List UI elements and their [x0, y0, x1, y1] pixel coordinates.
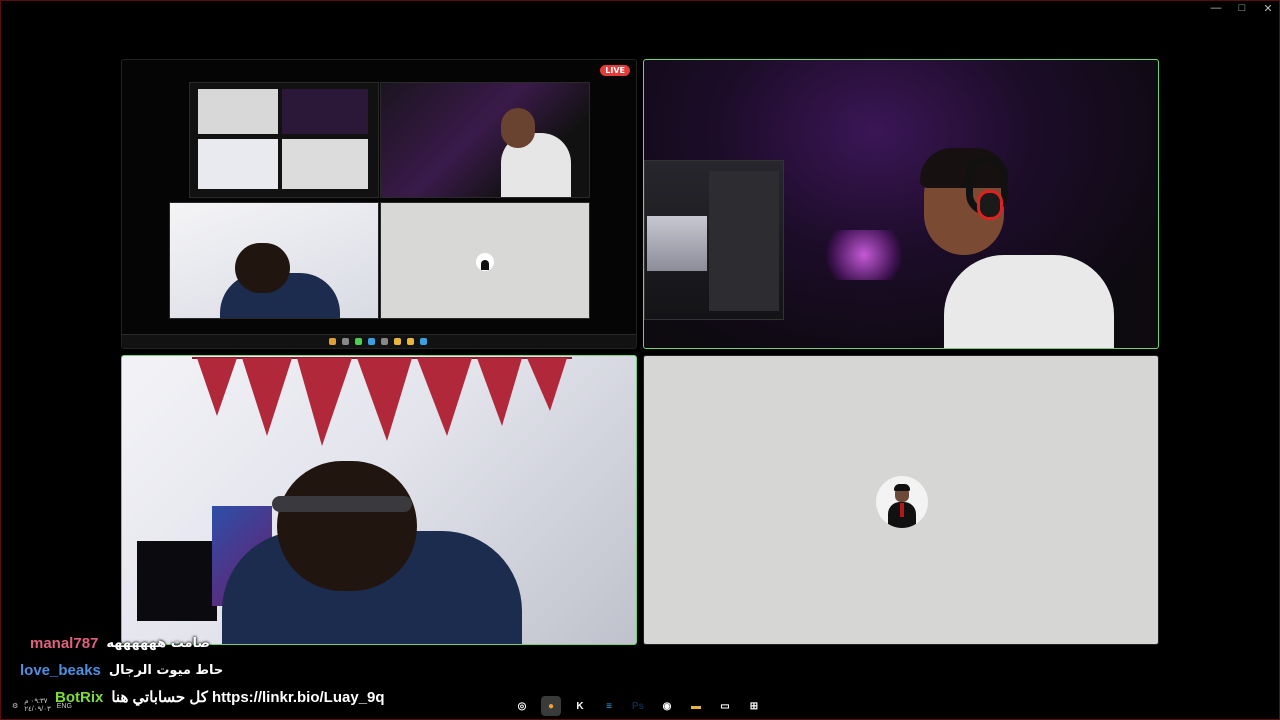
settings-icon[interactable]: ⚙: [12, 702, 18, 710]
nested-avatar-thumbnail: [380, 202, 590, 319]
clock[interactable]: ٠٩:٣٧ م ٢٤/٠٩/٠٣: [24, 698, 50, 714]
taskbar-apps: ◎ ● K ≡ Ps ◉ ▬ ▭ ⊞: [512, 696, 764, 716]
avatar-tile[interactable]: [643, 355, 1159, 645]
obs-icon[interactable]: ◎: [512, 696, 532, 716]
maximize-button[interactable]: □: [1236, 2, 1248, 15]
shared-taskbar: [122, 334, 636, 348]
streamer-camera-tile[interactable]: [643, 59, 1159, 349]
guest-head: [277, 461, 417, 591]
kick-icon[interactable]: K: [570, 696, 590, 716]
chrome-icon[interactable]: ◉: [657, 696, 677, 716]
minimize-button[interactable]: —: [1210, 2, 1222, 15]
chat-username: manal787: [30, 634, 99, 652]
photoshop-icon[interactable]: Ps: [628, 696, 648, 716]
taskbar: ⚙ ٠٩:٣٧ م ٢٤/٠٩/٠٣ ENG ◎ ● K ≡ Ps ◉ ▬ ▭ ⊞: [0, 690, 1280, 720]
clock-date: ٢٤/٠٩/٠٣: [24, 706, 51, 713]
chat-message: manal787 صامت ههههههه: [30, 632, 210, 654]
discord-icon[interactable]: ●: [541, 696, 561, 716]
person-avatar-icon: [876, 476, 928, 528]
file-explorer-icon[interactable]: ▬: [686, 696, 706, 716]
background-monitor: [644, 160, 784, 320]
window-switcher-icon[interactable]: ▭: [715, 696, 735, 716]
nested-camera-2-thumbnail: [169, 202, 379, 319]
streamer-torso: [944, 255, 1114, 348]
language-indicator[interactable]: ENG: [57, 703, 72, 710]
close-button[interactable]: ✕: [1262, 2, 1274, 15]
purple-lights: [819, 230, 909, 280]
chat-username: love_beaks: [20, 661, 101, 679]
dark-shelf: [137, 541, 217, 621]
nested-grid-thumbnail: [189, 82, 379, 198]
nested-camera-thumbnail: [380, 82, 590, 198]
headset-icon: [966, 155, 1008, 220]
window-controls: — □ ✕: [1210, 2, 1274, 15]
system-tray: ⚙ ٠٩:٣٧ م ٢٤/٠٩/٠٣ ENG: [12, 698, 72, 714]
chat-text: حاط ميوت الرجال: [108, 662, 224, 678]
chat-message: love_beaks حاط ميوت الرجال: [20, 659, 223, 681]
headband-icon: [272, 496, 412, 512]
live-badge: LIVE: [600, 65, 630, 76]
notepad-icon[interactable]: ≡: [599, 696, 619, 716]
bunting-decoration: [192, 357, 572, 446]
screen-share-tile[interactable]: LIVE: [121, 59, 637, 349]
clock-time: ٠٩:٣٧ م: [24, 698, 48, 705]
start-icon[interactable]: ⊞: [744, 696, 764, 716]
chat-text: صامت ههههههه: [106, 635, 210, 651]
guest-camera-tile[interactable]: [121, 355, 637, 645]
